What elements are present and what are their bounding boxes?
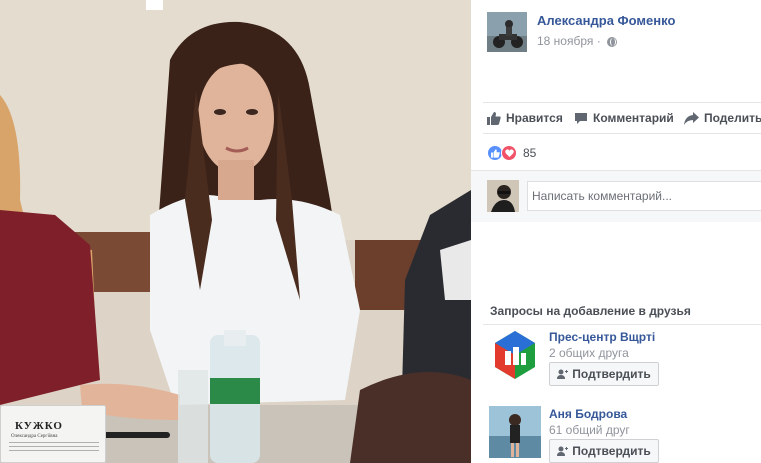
user-photo-icon [487, 180, 519, 212]
add-friend-icon [557, 369, 569, 379]
author-avatar[interactable] [487, 12, 527, 52]
mutual-friends[interactable]: 61 общий друг [549, 423, 630, 437]
post-photo[interactable]: КУЖКО Олександра Сергіївна [0, 0, 471, 463]
placard-name: КУЖКО [15, 420, 63, 432]
reactions-summary[interactable]: 85 [487, 145, 536, 161]
friend-request-item: Прес-центр Вщрті 2 общих друга Подтверди… [489, 329, 761, 389]
post-side-panel: Александра Фоменко 18 ноября · Нравится … [471, 0, 761, 463]
placard-subtitle: Олександра Сергіївна [11, 434, 58, 439]
friend-requests-title: Запросы на добавление в друзья [490, 304, 691, 318]
confirm-label: Подтвердить [572, 367, 651, 381]
post-date[interactable]: 18 ноября · [537, 34, 601, 48]
friend-name[interactable]: Прес-центр Вщрті [549, 330, 655, 344]
thumbs-up-icon [487, 111, 501, 125]
add-friend-icon [557, 446, 569, 456]
like-button[interactable]: Нравится [487, 109, 563, 127]
motorcycle-photo-icon [487, 12, 527, 52]
reaction-count: 85 [523, 146, 537, 160]
globe-icon[interactable] [607, 37, 617, 47]
divider [483, 133, 761, 134]
placard-fine-print [9, 442, 99, 454]
mutual-friends[interactable]: 2 общих друга [549, 346, 629, 360]
friend-name[interactable]: Аня Бодрова [549, 407, 627, 421]
like-label: Нравится [506, 111, 563, 125]
divider [483, 102, 761, 103]
comment-button[interactable]: Комментарий [574, 109, 674, 127]
share-arrow-icon [684, 111, 699, 125]
divider [483, 324, 761, 325]
share-button[interactable]: Поделиться [684, 109, 761, 127]
heart-reaction-icon [501, 145, 517, 161]
photo-scene [0, 0, 471, 463]
comment-label: Комментарий [593, 111, 674, 125]
comment-composer [471, 170, 761, 222]
confirm-label: Подтвердить [572, 444, 651, 458]
user-photo-icon [489, 406, 541, 458]
comment-icon [575, 112, 587, 124]
author-name[interactable]: Александра Фоменко [537, 13, 675, 28]
commenter-avatar [487, 180, 519, 212]
confirm-button[interactable]: Подтвердить [549, 439, 659, 463]
friend-avatar[interactable] [489, 329, 541, 381]
share-label: Поделиться [704, 111, 761, 125]
friend-avatar[interactable] [489, 406, 541, 458]
comment-input[interactable] [527, 181, 761, 211]
name-placard: КУЖКО Олександра Сергіївна [0, 405, 106, 463]
confirm-button[interactable]: Подтвердить [549, 362, 659, 386]
top-marker [146, 0, 163, 10]
friend-request-item: Аня Бодрова 61 общий друг Подтвердить [489, 406, 761, 463]
press-center-logo-icon [489, 329, 541, 381]
